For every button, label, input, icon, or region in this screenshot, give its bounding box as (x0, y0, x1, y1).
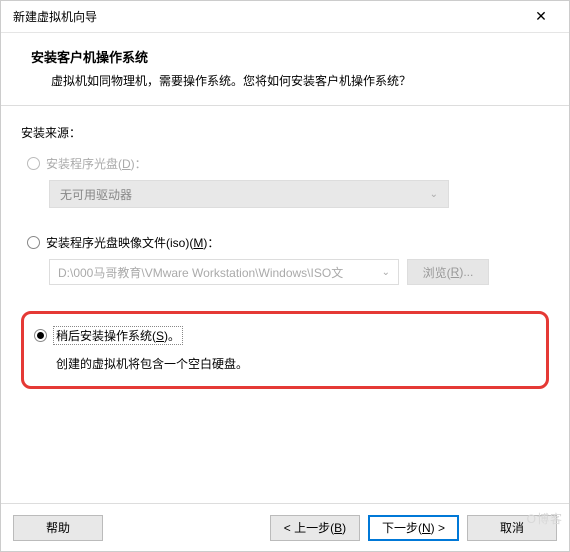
footer: 帮助 < 上一步(B) 下一步(N) > 取消 (1, 503, 569, 551)
help-button[interactable]: 帮助 (13, 515, 103, 541)
radio-later-label[interactable]: 稍后安装操作系统(S)。 (53, 326, 183, 345)
disc-dropdown-text: 无可用驱动器 (60, 186, 132, 203)
radio-disc-label: 安装程序光盘(D)： (46, 155, 147, 172)
page-subtitle: 虚拟机如同物理机，需要操作系统。您将如何安装客户机操作系统？ (31, 72, 539, 89)
chevron-down-icon: ⌄ (430, 189, 438, 200)
wizard-header: 安装客户机操作系统 虚拟机如同物理机，需要操作系统。您将如何安装客户机操作系统？ (1, 33, 569, 106)
source-label: 安装来源： (21, 124, 549, 141)
content-area: 安装来源： 安装程序光盘(D)： 无可用驱动器 ⌄ 安装程序光盘映像文件(iso… (1, 106, 569, 399)
radio-disc (27, 157, 40, 170)
titlebar: 新建虚拟机向导 ✕ (1, 1, 569, 33)
radio-iso[interactable] (27, 236, 40, 249)
iso-path-input: D:\000马哥教育\VMware Workstation\Windows\IS… (49, 259, 399, 285)
back-button[interactable]: < 上一步(B) (270, 515, 360, 541)
next-button[interactable]: 下一步(N) > (368, 515, 459, 541)
disc-dropdown: 无可用驱动器 ⌄ (49, 180, 449, 208)
radio-iso-label[interactable]: 安装程序光盘映像文件(iso)(M)： (46, 234, 219, 251)
iso-path-text: D:\000马哥教育\VMware Workstation\Windows\IS… (58, 264, 343, 281)
watermark: O博客 (527, 510, 563, 527)
option-iso-group: 安装程序光盘映像文件(iso)(M)： D:\000马哥教育\VMware Wo… (27, 234, 549, 285)
window-title: 新建虚拟机向导 (13, 8, 97, 25)
option-disc-group: 安装程序光盘(D)： 无可用驱动器 ⌄ (27, 155, 549, 208)
radio-later[interactable] (34, 329, 47, 342)
browse-button: 浏览(R)... (407, 259, 489, 285)
option-later-highlight: 稍后安装操作系统(S)。 创建的虚拟机将包含一个空白硬盘。 (21, 311, 549, 389)
page-title: 安装客户机操作系统 (31, 47, 539, 66)
later-description: 创建的虚拟机将包含一个空白硬盘。 (56, 355, 532, 372)
chevron-down-icon: ⌄ (382, 267, 390, 278)
close-icon[interactable]: ✕ (525, 1, 557, 33)
